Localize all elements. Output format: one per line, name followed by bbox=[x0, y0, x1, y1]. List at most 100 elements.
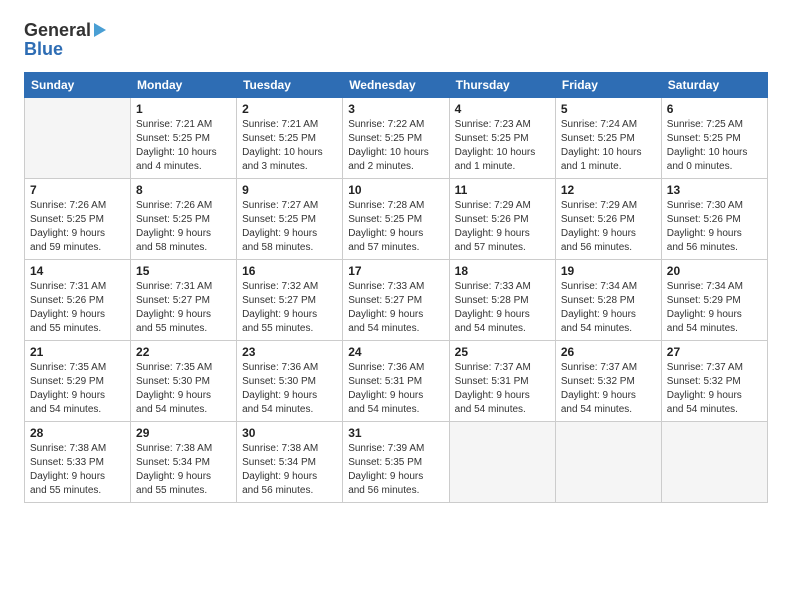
day-info-line: Sunrise: 7:34 AM bbox=[561, 280, 656, 294]
day-info-line: and 54 minutes. bbox=[561, 403, 656, 417]
day-info-line: Daylight: 9 hours bbox=[348, 470, 443, 484]
day-info-line: Sunset: 5:34 PM bbox=[136, 456, 231, 470]
day-info-line: Daylight: 9 hours bbox=[30, 308, 125, 322]
calendar-cell: 1Sunrise: 7:21 AMSunset: 5:25 PMDaylight… bbox=[131, 98, 237, 179]
day-info-line: Sunrise: 7:31 AM bbox=[30, 280, 125, 294]
day-number: 21 bbox=[30, 345, 125, 359]
calendar-cell: 18Sunrise: 7:33 AMSunset: 5:28 PMDayligh… bbox=[449, 260, 555, 341]
day-number: 13 bbox=[667, 183, 762, 197]
day-info-line: Sunrise: 7:38 AM bbox=[136, 442, 231, 456]
calendar-cell: 11 Sunrise: 7:29 AMSunset: 5:26 PMDayligh… bbox=[449, 179, 555, 260]
calendar-cell: 20Sunrise: 7:34 AMSunset: 5:29 PMDayligh… bbox=[661, 260, 767, 341]
day-info-line: and 55 minutes. bbox=[30, 322, 125, 336]
logo-general: General bbox=[24, 20, 91, 41]
day-info-line: Sunrise: 7:30 AM bbox=[667, 199, 762, 213]
day-number: 17 bbox=[348, 264, 443, 278]
day-info-line: and 0 minutes. bbox=[667, 160, 762, 174]
day-number: 8 bbox=[136, 183, 231, 197]
day-info-line: Sunrise: 7:34 AM bbox=[667, 280, 762, 294]
day-info-line: and 54 minutes. bbox=[136, 403, 231, 417]
day-info-line: and 56 minutes. bbox=[667, 241, 762, 255]
day-of-week-header: Monday bbox=[131, 73, 237, 98]
day-info-line: and 56 minutes. bbox=[348, 484, 443, 498]
calendar-cell: 26Sunrise: 7:37 AMSunset: 5:32 PMDayligh… bbox=[555, 341, 661, 422]
day-info-line: and 54 minutes. bbox=[455, 322, 550, 336]
day-number: 23 bbox=[242, 345, 337, 359]
day-number: 4 bbox=[455, 102, 550, 116]
day-info-line: Sunrise: 7:25 AM bbox=[667, 118, 762, 132]
day-info-line: Daylight: 9 hours bbox=[667, 389, 762, 403]
day-info-line: and 56 minutes. bbox=[561, 241, 656, 255]
calendar-cell: 2Sunrise: 7:21 AMSunset: 5:25 PMDaylight… bbox=[237, 98, 343, 179]
day-number: 3 bbox=[348, 102, 443, 116]
day-info-line: Sunrise: 7:37 AM bbox=[455, 361, 550, 375]
day-info-line: and 54 minutes. bbox=[242, 403, 337, 417]
day-info-line: Sunrise: 7:33 AM bbox=[455, 280, 550, 294]
day-info-line: Sunset: 5:30 PM bbox=[242, 375, 337, 389]
day-info-line: Sunset: 5:25 PM bbox=[455, 132, 550, 146]
calendar-week-row: 14Sunrise: 7:31 AMSunset: 5:26 PMDayligh… bbox=[25, 260, 768, 341]
day-info-line: and 4 minutes. bbox=[136, 160, 231, 174]
calendar-cell: 6Sunrise: 7:25 AMSunset: 5:25 PMDaylight… bbox=[661, 98, 767, 179]
calendar-table: SundayMondayTuesdayWednesdayThursdayFrid… bbox=[24, 72, 768, 503]
calendar-cell: 19Sunrise: 7:34 AMSunset: 5:28 PMDayligh… bbox=[555, 260, 661, 341]
day-info-line: Sunset: 5:25 PM bbox=[30, 213, 125, 227]
day-info-line: Sunrise: 7:29 AM bbox=[455, 199, 550, 213]
calendar-cell: 13Sunrise: 7:30 AMSunset: 5:26 PMDayligh… bbox=[661, 179, 767, 260]
day-number: 15 bbox=[136, 264, 231, 278]
day-info-line: Daylight: 9 hours bbox=[561, 227, 656, 241]
day-info-line: and 55 minutes. bbox=[136, 322, 231, 336]
day-number: 11 bbox=[455, 183, 550, 197]
day-of-week-header: Saturday bbox=[661, 73, 767, 98]
calendar-cell: 7Sunrise: 7:26 AMSunset: 5:25 PMDaylight… bbox=[25, 179, 131, 260]
day-info-line: Sunset: 5:26 PM bbox=[455, 213, 550, 227]
day-info-line: and 58 minutes. bbox=[242, 241, 337, 255]
day-info-line: Sunrise: 7:36 AM bbox=[242, 361, 337, 375]
day-info-line: Sunset: 5:32 PM bbox=[667, 375, 762, 389]
day-info-line: Sunset: 5:28 PM bbox=[455, 294, 550, 308]
day-info-line: Sunset: 5:29 PM bbox=[667, 294, 762, 308]
day-info-line: Sunset: 5:25 PM bbox=[667, 132, 762, 146]
day-info-line: Daylight: 9 hours bbox=[136, 227, 231, 241]
day-info-line: Sunset: 5:25 PM bbox=[242, 132, 337, 146]
day-info-line: Sunset: 5:27 PM bbox=[348, 294, 443, 308]
day-info-line: Sunset: 5:30 PM bbox=[136, 375, 231, 389]
day-info-line: Sunset: 5:32 PM bbox=[561, 375, 656, 389]
calendar-week-row: 28Sunrise: 7:38 AMSunset: 5:33 PMDayligh… bbox=[25, 422, 768, 503]
day-info-line: Sunrise: 7:37 AM bbox=[561, 361, 656, 375]
day-number: 10 bbox=[348, 183, 443, 197]
calendar-cell: 27Sunrise: 7:37 AMSunset: 5:32 PMDayligh… bbox=[661, 341, 767, 422]
day-number: 18 bbox=[455, 264, 550, 278]
calendar-cell: 15Sunrise: 7:31 AMSunset: 5:27 PMDayligh… bbox=[131, 260, 237, 341]
day-info-line: and 3 minutes. bbox=[242, 160, 337, 174]
day-info-line: Sunset: 5:29 PM bbox=[30, 375, 125, 389]
day-info-line: Sunset: 5:25 PM bbox=[561, 132, 656, 146]
day-number: 24 bbox=[348, 345, 443, 359]
day-info-line: Daylight: 9 hours bbox=[136, 470, 231, 484]
calendar-cell: 28Sunrise: 7:38 AMSunset: 5:33 PMDayligh… bbox=[25, 422, 131, 503]
day-info-line: Sunset: 5:27 PM bbox=[136, 294, 231, 308]
day-info-line: and 1 minute. bbox=[561, 160, 656, 174]
logo-arrow-icon bbox=[94, 23, 106, 37]
day-info-line: Sunset: 5:26 PM bbox=[561, 213, 656, 227]
day-info-line: Daylight: 9 hours bbox=[455, 227, 550, 241]
day-info-line: Daylight: 9 hours bbox=[136, 308, 231, 322]
day-number: 26 bbox=[561, 345, 656, 359]
calendar-week-row: 21Sunrise: 7:35 AMSunset: 5:29 PMDayligh… bbox=[25, 341, 768, 422]
day-info-line: Daylight: 9 hours bbox=[30, 227, 125, 241]
calendar-week-row: 7Sunrise: 7:26 AMSunset: 5:25 PMDaylight… bbox=[25, 179, 768, 260]
day-info-line: Sunset: 5:31 PM bbox=[348, 375, 443, 389]
day-info-line: Sunrise: 7:21 AM bbox=[242, 118, 337, 132]
day-info-line: and 57 minutes. bbox=[348, 241, 443, 255]
day-info-line: and 54 minutes. bbox=[455, 403, 550, 417]
day-info-line: Daylight: 10 hours bbox=[455, 146, 550, 160]
day-info-line: Daylight: 10 hours bbox=[136, 146, 231, 160]
calendar-cell bbox=[555, 422, 661, 503]
day-info-line: and 54 minutes. bbox=[348, 403, 443, 417]
day-number: 19 bbox=[561, 264, 656, 278]
calendar-cell: 24Sunrise: 7:36 AMSunset: 5:31 PMDayligh… bbox=[343, 341, 449, 422]
day-info-line: Sunrise: 7:23 AM bbox=[455, 118, 550, 132]
day-info-line: and 55 minutes. bbox=[136, 484, 231, 498]
day-number: 25 bbox=[455, 345, 550, 359]
day-info-line: and 55 minutes. bbox=[242, 322, 337, 336]
